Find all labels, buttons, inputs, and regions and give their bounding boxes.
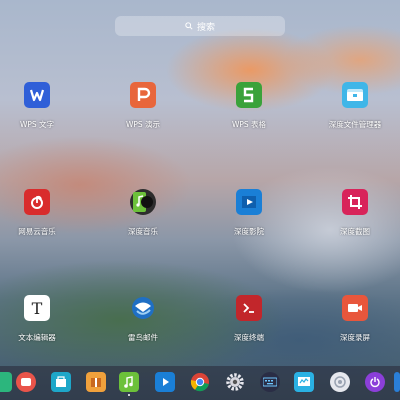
app-label: WPS 演示 — [125, 120, 161, 129]
app-label: WPS 表格 — [231, 120, 267, 129]
app-label: 深度音乐 — [128, 227, 158, 236]
file-manager-icon — [342, 82, 368, 108]
dock — [0, 366, 400, 400]
power-icon[interactable] — [365, 372, 385, 392]
svg-text:T: T — [32, 299, 43, 317]
deepin-music-icon — [130, 189, 156, 215]
keyboard-icon[interactable] — [260, 372, 280, 392]
overflow-icon[interactable] — [394, 372, 400, 392]
app-label: 深度截图 — [340, 227, 370, 236]
app-deepin-music[interactable]: 深度音乐 — [98, 189, 188, 236]
movie-dock-icon[interactable] — [155, 372, 175, 392]
app-deepin-movie[interactable]: 深度影院 — [204, 189, 294, 236]
terminal-icon — [236, 295, 262, 321]
thunderbird-icon — [130, 295, 156, 321]
launcher-red-icon[interactable] — [16, 372, 36, 392]
app-netease-music[interactable]: 网易云音乐 — [0, 189, 82, 236]
text-editor-icon: T — [24, 295, 50, 321]
app-label: 深度文件管理器 — [328, 120, 382, 129]
app-grid: WPS 文字 WPS 演示 WPS 表格 深度文件管理器 网易云音乐 深度音乐 — [0, 0, 400, 360]
wps-box-icon[interactable] — [86, 372, 106, 392]
app-store-icon[interactable] — [51, 372, 71, 392]
settings-gear-icon[interactable] — [225, 372, 245, 392]
netease-music-icon — [24, 189, 50, 215]
wps-presentation-icon — [130, 82, 156, 108]
app-screen-recorder[interactable]: 深度录屏 — [310, 295, 400, 342]
wps-spreadsheet-icon — [236, 82, 262, 108]
running-indicator — [128, 394, 130, 396]
app-wps-presentation[interactable]: WPS 演示 — [98, 82, 188, 129]
app-label: 网易云音乐 — [18, 227, 56, 236]
app-label: 深度录屏 — [340, 333, 370, 342]
app-label: WPS 文字 — [19, 120, 55, 129]
app-label: 深度终端 — [234, 333, 264, 342]
app-terminal[interactable]: 深度终端 — [204, 295, 294, 342]
screenshot-icon — [342, 189, 368, 215]
screen-recorder-icon — [342, 295, 368, 321]
app-label: 深度影院 — [234, 227, 264, 236]
dde-icon[interactable] — [330, 372, 350, 392]
app-wps-writer[interactable]: WPS 文字 — [0, 82, 82, 129]
green-app-icon[interactable] — [0, 372, 12, 392]
app-file-manager[interactable]: 深度文件管理器 — [310, 82, 400, 129]
deepin-movie-icon — [236, 189, 262, 215]
app-screenshot[interactable]: 深度截图 — [310, 189, 400, 236]
system-monitor-icon[interactable] — [294, 372, 314, 392]
app-label: 文本编辑器 — [18, 333, 56, 342]
music-dock-icon[interactable] — [119, 372, 139, 396]
app-thunderbird[interactable]: 雷鸟邮件 — [98, 295, 188, 342]
wps-writer-icon — [24, 82, 50, 108]
app-label: 雷鸟邮件 — [128, 333, 158, 342]
app-wps-spreadsheet[interactable]: WPS 表格 — [204, 82, 294, 129]
app-text-editor[interactable]: T 文本编辑器 — [0, 295, 82, 342]
chrome-icon[interactable] — [190, 372, 210, 392]
